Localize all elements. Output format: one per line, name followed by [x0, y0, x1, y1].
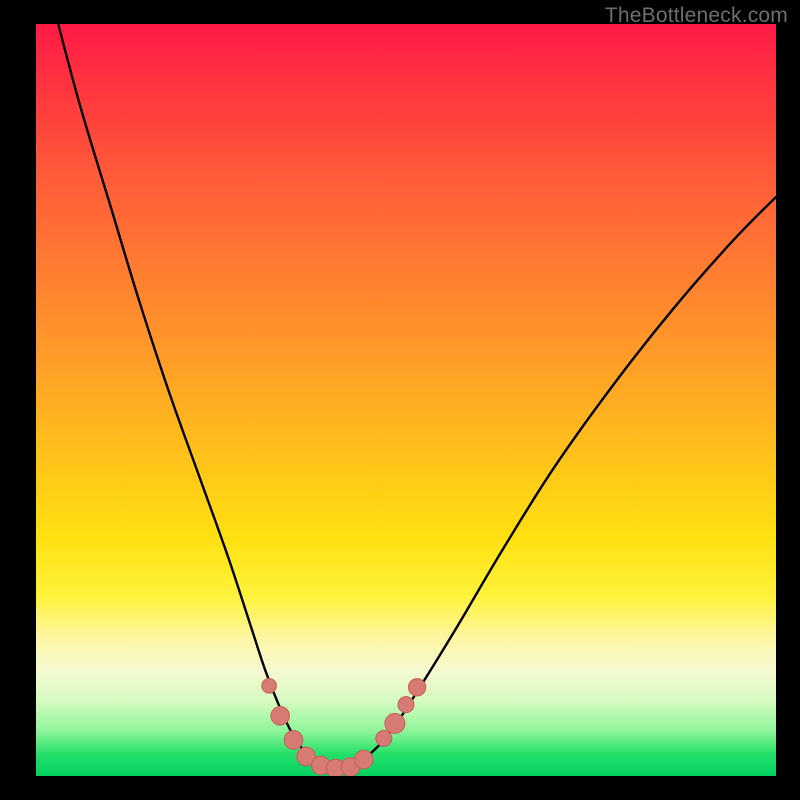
curve-marker: [385, 713, 405, 733]
curve-marker: [262, 679, 277, 694]
curve-markers: [262, 679, 426, 777]
curve-marker: [284, 731, 303, 750]
chart-plot: [36, 24, 776, 776]
bottleneck-curve: [58, 24, 776, 769]
curve-marker: [271, 707, 290, 726]
curve-marker: [408, 679, 425, 696]
curve-marker: [355, 750, 374, 769]
watermark-text: TheBottleneck.com: [605, 4, 788, 28]
curve-marker: [398, 697, 414, 713]
chart-svg: [36, 24, 776, 776]
chart-frame: TheBottleneck.com: [0, 0, 800, 800]
curve-marker: [376, 730, 392, 746]
